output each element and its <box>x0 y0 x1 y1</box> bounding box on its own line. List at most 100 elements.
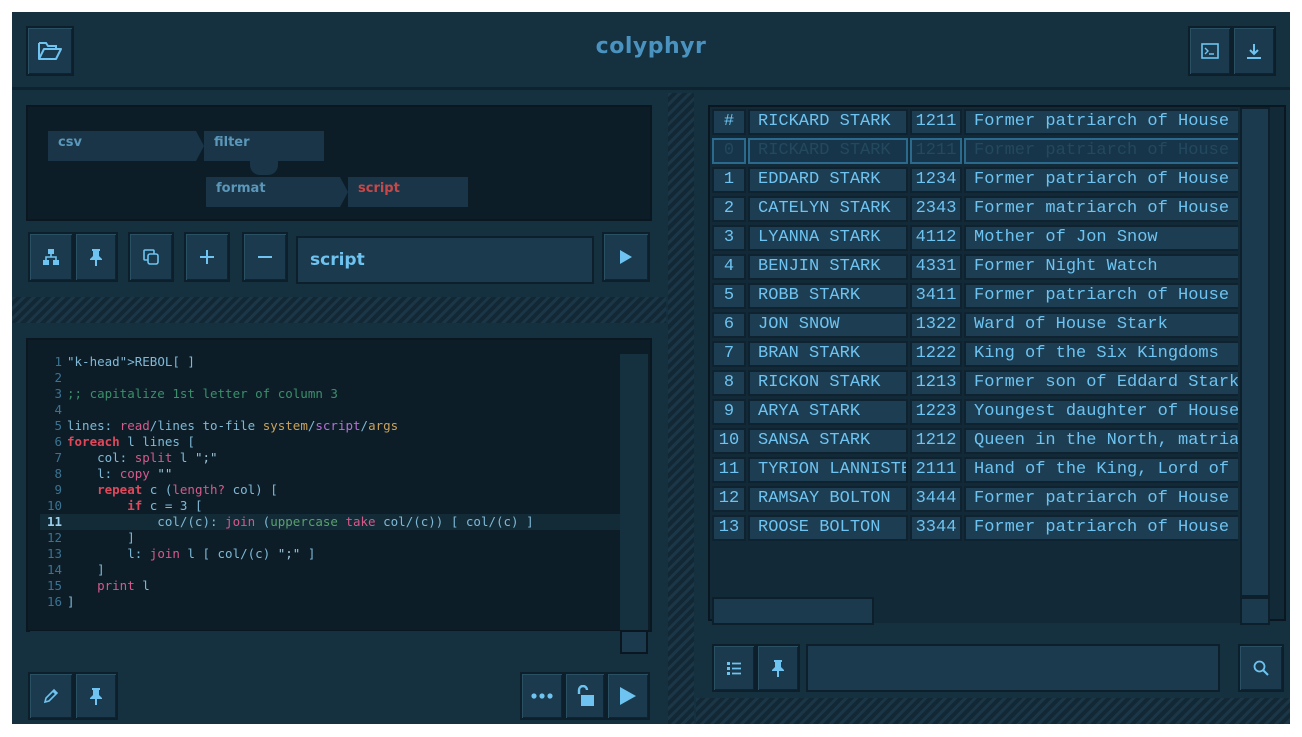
table-cell[interactable]: Former patriarch of House Stark <box>964 138 1238 164</box>
code-line[interactable]: 12 ] <box>40 530 622 546</box>
table-cell[interactable]: 2 <box>712 196 746 222</box>
pipeline-node-filter[interactable]: filter <box>204 131 324 161</box>
table-cell[interactable]: BENJIN STARK <box>748 254 908 280</box>
terminal-button[interactable] <box>1188 26 1232 76</box>
more-button[interactable] <box>520 672 564 720</box>
code-line[interactable]: 9 repeat c (length? col) [ <box>40 482 622 498</box>
table-cell[interactable]: 1213 <box>910 370 962 396</box>
remove-node-button[interactable] <box>242 232 288 282</box>
pipeline-node-format[interactable]: format <box>206 177 340 207</box>
table-cell[interactable]: 4331 <box>910 254 962 280</box>
pin-editor-button[interactable] <box>74 672 118 720</box>
table-cell[interactable]: CATELYN STARK <box>748 196 908 222</box>
code-line[interactable]: 7 col: split l ";" <box>40 450 622 466</box>
list-view-button[interactable] <box>712 644 756 692</box>
table-cell[interactable]: Former son of Eddard Stark <box>964 370 1238 396</box>
pin-table-button[interactable] <box>756 644 800 692</box>
code-line[interactable]: 4 <box>40 402 622 418</box>
code-line[interactable]: 5 lines: read/lines to-file system/script… <box>40 418 622 434</box>
table-cell[interactable]: RICKON STARK <box>748 370 908 396</box>
table-cell[interactable]: 1212 <box>910 428 962 454</box>
table-cell[interactable]: 13 <box>712 515 746 541</box>
table-cell[interactable]: 12 <box>712 486 746 512</box>
code-line[interactable]: 2 <box>40 370 622 386</box>
table-cell[interactable]: ROOSE BOLTON <box>748 515 908 541</box>
edit-button[interactable] <box>28 672 74 720</box>
vertical-splitter[interactable] <box>668 93 694 724</box>
table-cell[interactable]: 3 <box>712 225 746 251</box>
editor-hscrollbar[interactable] <box>30 630 620 654</box>
add-node-button[interactable] <box>184 232 230 282</box>
run-node-button[interactable] <box>602 232 650 282</box>
code-line[interactable]: 11 col/(c): join (uppercase take col/(c)… <box>40 514 622 530</box>
table-cell[interactable]: Ward of House Stark <box>964 312 1238 338</box>
table-cell[interactable]: King of the Six Kingdoms <box>964 341 1238 367</box>
table-cell[interactable]: ARYA STARK <box>748 399 908 425</box>
table-cell[interactable]: 10 <box>712 428 746 454</box>
table-cell[interactable]: 1211 <box>910 138 962 164</box>
table-cell[interactable]: ROBB STARK <box>748 283 908 309</box>
table-cell[interactable]: Former Night Watch <box>964 254 1238 280</box>
table-cell[interactable]: 11 <box>712 457 746 483</box>
table-cell[interactable]: 3444 <box>910 486 962 512</box>
table-cell[interactable]: Former patriarch of House Bolton <box>964 486 1238 512</box>
pipeline-node-script[interactable]: script <box>348 177 468 207</box>
unlock-button[interactable] <box>564 672 606 720</box>
code-line[interactable]: 15 print l <box>40 578 622 594</box>
table-cell[interactable]: 9 <box>712 399 746 425</box>
run-script-button[interactable] <box>606 672 650 720</box>
header-cell[interactable]: 1211 <box>910 109 962 135</box>
table-cell[interactable]: Mother of Jon Snow <box>964 225 1238 251</box>
table-cell[interactable]: EDDARD STARK <box>748 167 908 193</box>
table-cell[interactable]: 5 <box>712 283 746 309</box>
table-cell[interactable]: 2111 <box>910 457 962 483</box>
table-cell[interactable]: 1234 <box>910 167 962 193</box>
header-cell[interactable]: # <box>712 109 746 135</box>
pipeline-node-csv[interactable]: csv <box>48 131 196 161</box>
header-cell[interactable]: RICKARD STARK <box>748 109 908 135</box>
node-name-field[interactable]: script <box>296 236 594 284</box>
table-cell[interactable]: RAMSAY BOLTON <box>748 486 908 512</box>
tree-button[interactable] <box>28 232 74 282</box>
copy-button[interactable] <box>128 232 174 282</box>
table-cell[interactable]: Hand of the King, Lord of Casterly Rock <box>964 457 1238 483</box>
table-cell[interactable]: Former patriarch of House Stark <box>964 167 1238 193</box>
pipeline-canvas[interactable]: csv filter format script <box>26 105 652 221</box>
search-button[interactable] <box>1238 644 1284 692</box>
data-table[interactable]: # RICKARD STARK 1211 Former patriarch of Ho… <box>712 109 1238 595</box>
code-line[interactable]: 10 if c = 3 [ <box>40 498 622 514</box>
table-cell[interactable]: 4112 <box>910 225 962 251</box>
code-line[interactable]: 6 foreach l lines [ <box>40 434 622 450</box>
code-line[interactable]: 3 ;; capitalize 1st letter of column 3 <box>40 386 622 402</box>
table-cell[interactable]: 1222 <box>910 341 962 367</box>
code-line[interactable]: 1 "k-head">REBOL[ ] <box>40 354 622 370</box>
download-button[interactable] <box>1232 26 1276 76</box>
table-cell[interactable]: 6 <box>712 312 746 338</box>
horizontal-splitter[interactable] <box>12 297 666 323</box>
table-cell[interactable]: 1223 <box>910 399 962 425</box>
header-cell[interactable]: Former patriarch of House Stark <box>964 109 1238 135</box>
table-cell[interactable]: TYRION LANNISTER <box>748 457 908 483</box>
pin-button[interactable] <box>74 232 118 282</box>
editor-vscrollbar[interactable] <box>620 354 648 630</box>
table-cell[interactable]: 2343 <box>910 196 962 222</box>
table-cell[interactable]: BRAN STARK <box>748 341 908 367</box>
table-cell[interactable]: Queen in the North, matriarch <box>964 428 1238 454</box>
table-cell[interactable]: 8 <box>712 370 746 396</box>
table-cell[interactable]: 1 <box>712 167 746 193</box>
search-input[interactable] <box>806 644 1220 692</box>
table-cell[interactable]: 3411 <box>910 283 962 309</box>
table-cell[interactable]: 7 <box>712 341 746 367</box>
table-cell[interactable]: SANSA STARK <box>748 428 908 454</box>
table-cell[interactable]: 0 <box>712 138 746 164</box>
table-cell[interactable]: JON SNOW <box>748 312 908 338</box>
table-cell[interactable]: 4 <box>712 254 746 280</box>
code-line[interactable]: 14 ] <box>40 562 622 578</box>
table-cell[interactable]: Former patriarch of House Bolton <box>964 515 1238 541</box>
code-line[interactable]: 8 l: copy "" <box>40 466 622 482</box>
table-cell[interactable]: Former patriarch of House Stark <box>964 283 1238 309</box>
table-cell[interactable]: LYANNA STARK <box>748 225 908 251</box>
table-cell[interactable]: RICKARD STARK <box>748 138 908 164</box>
code-editor[interactable]: 1 "k-head">REBOL[ ] 2 3 ;; capitalize 1st le… <box>40 344 622 616</box>
code-line[interactable]: 13 l: join l [ col/(c) ";" ] <box>40 546 622 562</box>
